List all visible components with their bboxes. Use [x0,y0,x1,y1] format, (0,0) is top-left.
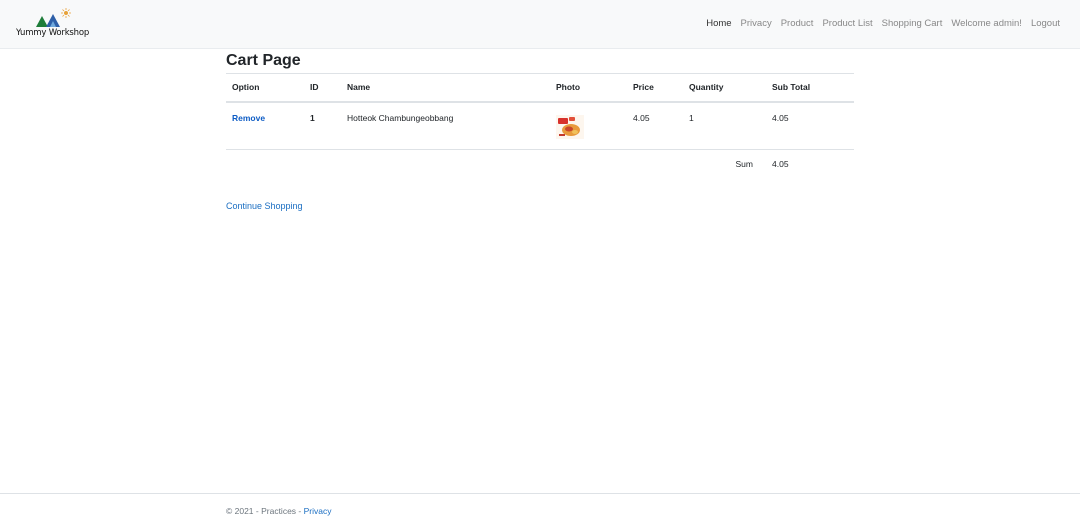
header-id: ID [304,73,341,103]
page-title: Cart Page [226,52,301,69]
nav-menu: Home Privacy Product Product List Shoppi… [706,18,1060,29]
continue-shopping-link[interactable]: Continue Shopping [226,201,303,211]
footer-text: © 2021 - Practices - Privacy [226,506,331,516]
footer-copyright: © 2021 - Practices - [226,506,304,516]
header-option: Option [226,73,304,103]
item-quantity: 1 [683,101,766,150]
header-subtotal: Sub Total [766,73,854,103]
nav-home[interactable]: Home [706,18,731,29]
cart-table: Option ID Name Photo Price Quantity Sub … [226,73,854,176]
nav-welcome-user[interactable]: Welcome admin! [951,18,1022,29]
navbar: Yummy Workshop Home Privacy Product Prod… [0,0,1080,49]
item-subtotal: 4.05 [766,101,854,150]
header-quantity: Quantity [683,73,766,103]
nav-privacy[interactable]: Privacy [741,18,772,29]
footer: © 2021 - Practices - Privacy [0,493,1080,525]
header-name: Name [341,73,550,103]
sum-value: 4.05 [772,159,789,169]
product-photo-icon [556,114,584,139]
sum-row: Sum 4.05 [226,150,854,176]
nav-product-list[interactable]: Product List [822,18,872,29]
mountain-sun-logo-icon [36,8,71,27]
header-price: Price [627,73,683,103]
header-photo: Photo [550,73,627,103]
table-row: Remove 1 Hotteok Chambungeobbang 4.05 1 … [226,101,854,150]
nav-logout[interactable]: Logout [1031,18,1060,29]
nav-product[interactable]: Product [781,18,814,29]
footer-privacy-link[interactable]: Privacy [304,506,332,516]
brand-logo[interactable]: Yummy Workshop [16,8,90,40]
sum-label: Sum [735,159,753,169]
item-name: Hotteok Chambungeobbang [341,101,550,150]
main-content: Cart Page Option ID Name Photo Price Qua… [226,50,854,211]
brand-name: Yummy Workshop [16,28,90,38]
option-cell: Remove [226,101,304,150]
item-price: 4.05 [627,101,683,150]
remove-button[interactable]: Remove [232,113,265,123]
nav-shopping-cart[interactable]: Shopping Cart [882,18,943,29]
item-id: 1 [304,101,341,150]
photo-cell [550,101,627,150]
table-header-row: Option ID Name Photo Price Quantity Sub … [226,73,854,103]
